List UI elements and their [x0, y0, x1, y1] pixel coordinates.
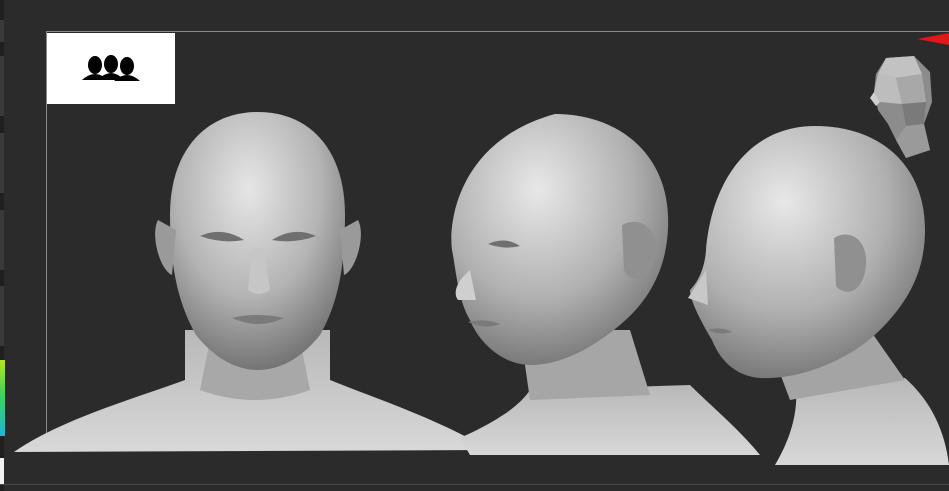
sculpt-model-views	[14, 112, 949, 465]
side-view	[688, 126, 949, 465]
navigation-head-icon[interactable]	[866, 54, 936, 158]
front-view	[14, 112, 490, 452]
